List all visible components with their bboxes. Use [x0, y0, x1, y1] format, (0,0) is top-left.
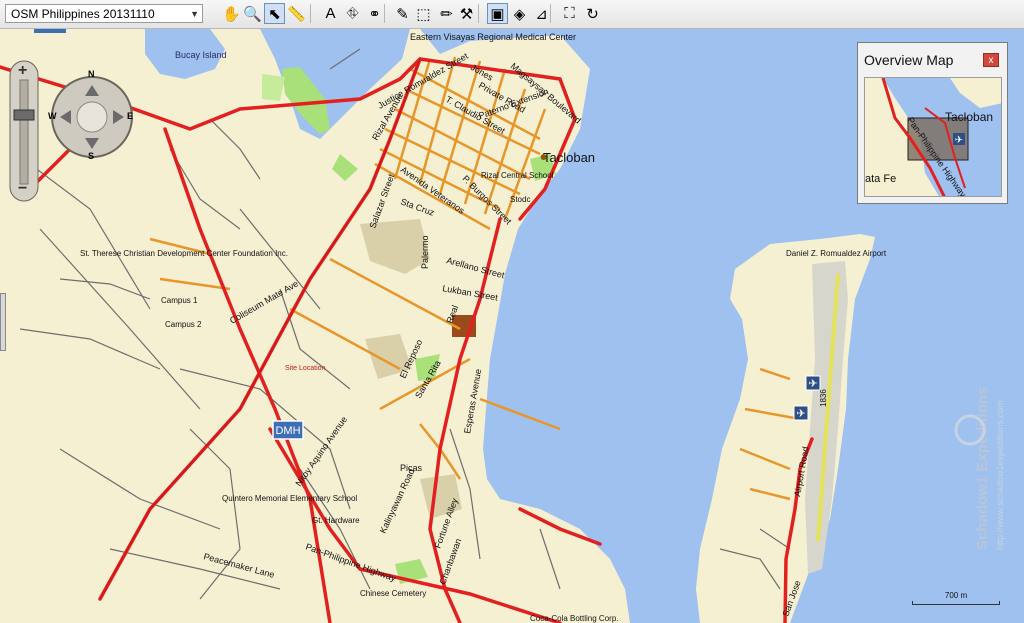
- compass-west: W: [48, 111, 57, 121]
- map-label: Stodc: [510, 195, 530, 204]
- map-label: Gt. Hardware: [312, 516, 360, 525]
- map-2d-icon[interactable]: ▣: [487, 3, 508, 24]
- chevron-down-icon: ▼: [190, 9, 199, 19]
- city-label: Tacloban: [543, 150, 595, 165]
- zoom-out-button[interactable]: −: [18, 180, 27, 198]
- zoom-control[interactable]: + −: [9, 60, 39, 202]
- toolbar-separator: [550, 4, 551, 23]
- watermark-url: http://www.schadow1expeditions.com: [995, 400, 1005, 550]
- map-label: Site Location: [285, 365, 326, 372]
- map-label: 1836: [819, 389, 828, 407]
- dmh-route-shield: DMH: [272, 420, 304, 440]
- toolbar-separator: [310, 4, 311, 23]
- map-label: Campus 2: [165, 320, 202, 329]
- compass-south: S: [88, 151, 95, 161]
- zoom-in-button[interactable]: +: [18, 62, 27, 80]
- pan-hand-icon[interactable]: ✋: [221, 3, 242, 24]
- refresh-map-icon[interactable]: ↻: [582, 3, 603, 24]
- new-waypoint-icon[interactable]: ✎: [392, 3, 413, 24]
- overview-map-canvas[interactable]: ✈ Tacloban Pan-Philippine Highway ata Fe: [864, 77, 1002, 197]
- airport-icon: ✈: [955, 135, 963, 146]
- watermark-title: Schadow1 Expeditions: [974, 387, 991, 550]
- toolbar-separator: [384, 4, 385, 23]
- city-marker-icon: ●: [540, 148, 548, 164]
- map-label: Chinese Cemetery: [360, 589, 426, 598]
- map-label: Campus 1: [161, 296, 198, 305]
- pan-control[interactable]: N S W E: [48, 69, 134, 162]
- pencil-icon[interactable]: ✏: [436, 3, 457, 24]
- map-3d-icon[interactable]: ◈: [509, 3, 530, 24]
- zoom-magnifier-icon[interactable]: 🔍: [242, 3, 263, 24]
- overview-label: Tacloban: [945, 110, 993, 124]
- airport-icon: ✈: [805, 375, 821, 391]
- map-label: Bucay Island: [175, 50, 227, 60]
- svg-text:✈: ✈: [796, 408, 805, 420]
- compass-east: E: [127, 111, 134, 121]
- find-place-icon[interactable]: A: [320, 3, 341, 24]
- map-label: Palermo: [420, 235, 430, 269]
- scale-bar: 700 m: [912, 591, 1000, 606]
- overview-close-button[interactable]: x: [983, 53, 999, 67]
- side-panel-handle[interactable]: [0, 293, 6, 351]
- map-label: St. Therese Christian Development Center…: [80, 249, 288, 258]
- fit-map-icon[interactable]: ⛶: [559, 3, 580, 24]
- dmh-shield-label: DMH: [275, 425, 300, 437]
- overview-label: ata Fe: [865, 173, 896, 185]
- map-product-select[interactable]: OSM Philippines 20131110 ▼: [5, 4, 203, 23]
- toolbar-separator: [478, 4, 479, 23]
- map-label: Rizal Central School: [481, 171, 554, 180]
- route-shield-top: [34, 29, 66, 33]
- airport-icon: ✈: [793, 405, 809, 421]
- scale-label: 700 m: [944, 591, 968, 600]
- map-label: Coca-Cola Bottling Corp.: [530, 614, 618, 623]
- watermark: Schadow1 Expeditions http://www.schadow1…: [945, 305, 1015, 555]
- svg-text:✈: ✈: [808, 378, 817, 390]
- overview-map-panel: Overview Map x ✈ Tacloban Pan-Philippine…: [857, 42, 1008, 204]
- map-label: Eastern Visayas Regional Medical Center: [410, 32, 576, 42]
- map-product-value: OSM Philippines 20131110: [11, 7, 155, 21]
- overview-title: Overview Map: [864, 52, 954, 68]
- select-arrow-icon[interactable]: ⬉: [264, 3, 285, 24]
- compass-north: N: [88, 69, 95, 79]
- toolbar: OSM Philippines 20131110 ▼ ✋ 🔍 ⬉ 📏 A ⛗ ⚭ ✎ ⬚ ✏ ⚒ ▣ ◈…: [0, 0, 1024, 29]
- area-select-icon[interactable]: ⬚: [413, 3, 434, 24]
- layers-icon[interactable]: ⊿: [531, 3, 552, 24]
- map-label: Daniel Z. Romualdez Airport: [786, 249, 887, 258]
- route-icon[interactable]: ⛗: [342, 3, 363, 24]
- measure-ruler-icon[interactable]: 📏: [286, 3, 307, 24]
- waypoints-icon[interactable]: ⚭: [364, 3, 385, 24]
- map-label: Quintero Memorial Elementary School: [222, 494, 357, 503]
- tools-icon[interactable]: ⚒: [456, 3, 477, 24]
